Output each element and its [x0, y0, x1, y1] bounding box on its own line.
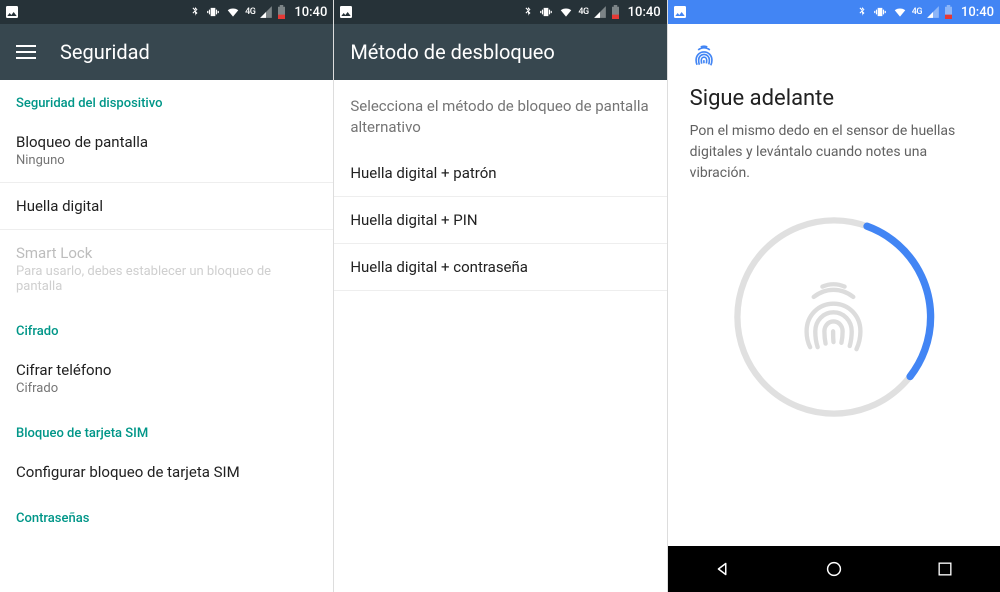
- item-smart-lock: Smart Lock Para usarlo, debes establecer…: [0, 230, 333, 308]
- item-encrypt-phone[interactable]: Cifrar teléfono Cifrado: [0, 347, 333, 410]
- status-time: 10:40: [628, 5, 661, 20]
- bluetooth-icon: [522, 5, 534, 19]
- item-title: Huella digital + PIN: [350, 211, 650, 229]
- item-title: Configurar bloqueo de tarjeta SIM: [16, 463, 317, 481]
- fingerprint-progress: [690, 212, 978, 422]
- battery-icon: [611, 5, 620, 19]
- option-pin[interactable]: Huella digital + PIN: [334, 197, 666, 244]
- status-bar: 4G 10:40: [0, 0, 333, 24]
- nav-recents-button[interactable]: [925, 549, 965, 589]
- battery-icon: [277, 5, 286, 19]
- screen-unlock-method: 4G 10:40 Método de desbloqueo Selecciona…: [333, 0, 666, 592]
- nav-back-button[interactable]: [703, 549, 743, 589]
- item-fingerprint[interactable]: Huella digital: [0, 183, 333, 230]
- screen-security: 4G 10:40 Seguridad Seguridad del disposi…: [0, 0, 333, 592]
- page-title: Método de desbloqueo: [350, 40, 554, 64]
- item-subtitle: Cifrado: [16, 381, 317, 396]
- signal-icon: [926, 5, 940, 19]
- navigation-bar: [668, 546, 1000, 592]
- settings-list: Seguridad del dispositivo Bloqueo de pan…: [0, 80, 333, 592]
- option-pattern[interactable]: Huella digital + patrón: [334, 150, 666, 197]
- page-title: Seguridad: [60, 40, 150, 64]
- bluetooth-icon: [189, 5, 201, 19]
- wifi-icon: [225, 5, 241, 19]
- signal-icon: [593, 5, 607, 19]
- bluetooth-icon: [856, 5, 868, 19]
- signal-4g-icon: 4G: [912, 7, 922, 17]
- section-passwords: Contraseñas: [0, 495, 333, 534]
- item-title: Huella digital + contraseña: [350, 258, 650, 276]
- item-subtitle: Ninguno: [16, 153, 317, 168]
- section-encryption: Cifrado: [0, 308, 333, 347]
- app-bar: Método de desbloqueo: [334, 24, 666, 80]
- menu-icon[interactable]: [16, 45, 36, 59]
- screen-fingerprint-enroll: 4G 10:40 Sigue adelante Pon el mismo ded…: [667, 0, 1000, 592]
- item-sim-lock[interactable]: Configurar bloqueo de tarjeta SIM: [0, 449, 333, 495]
- enroll-title: Sigue adelante: [690, 86, 978, 111]
- option-password[interactable]: Huella digital + contraseña: [334, 244, 666, 291]
- nav-home-button[interactable]: [814, 549, 854, 589]
- item-title: Huella digital + patrón: [350, 164, 650, 182]
- picture-icon: [672, 4, 688, 20]
- signal-4g-icon: 4G: [245, 7, 255, 17]
- wifi-icon: [892, 5, 908, 19]
- app-bar: Seguridad: [0, 24, 333, 80]
- item-screen-lock[interactable]: Bloqueo de pantalla Ninguno: [0, 119, 333, 183]
- fingerprint-large-icon: [729, 212, 939, 422]
- vibrate-icon: [872, 5, 888, 19]
- picture-icon: [4, 4, 20, 20]
- section-sim-lock: Bloqueo de tarjeta SIM: [0, 410, 333, 449]
- vibrate-icon: [538, 5, 554, 19]
- item-subtitle: Para usarlo, debes establecer un bloqueo…: [16, 264, 317, 294]
- section-device-security: Seguridad del dispositivo: [0, 80, 333, 119]
- picture-icon: [338, 4, 354, 20]
- enroll-instruction: Pon el mismo dedo en el sensor de huella…: [690, 121, 978, 184]
- enroll-body: Sigue adelante Pon el mismo dedo en el s…: [668, 24, 1000, 422]
- status-time: 10:40: [294, 5, 327, 20]
- status-time: 10:40: [961, 5, 994, 20]
- status-bar: 4G 10:40: [668, 0, 1000, 24]
- wifi-icon: [558, 5, 574, 19]
- status-bar: 4G 10:40: [334, 0, 666, 24]
- item-title: Huella digital: [16, 197, 317, 215]
- item-title: Cifrar teléfono: [16, 361, 317, 379]
- vibrate-icon: [205, 5, 221, 19]
- item-title: Smart Lock: [16, 244, 317, 262]
- signal-icon: [259, 5, 273, 19]
- instruction-text: Selecciona el método de bloqueo de panta…: [334, 80, 666, 150]
- fingerprint-icon: [690, 42, 978, 74]
- signal-4g-icon: 4G: [578, 7, 588, 17]
- unlock-options: Selecciona el método de bloqueo de panta…: [334, 80, 666, 592]
- item-title: Bloqueo de pantalla: [16, 133, 317, 151]
- battery-icon: [944, 5, 953, 19]
